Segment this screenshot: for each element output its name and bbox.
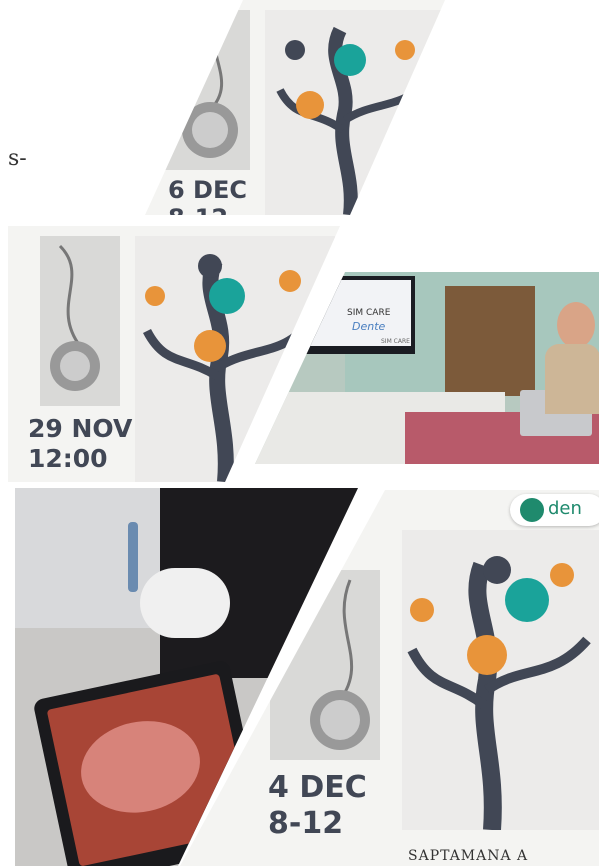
poster-middle-time: 12:00: [28, 444, 108, 473]
poster-top: 6 DEC 8-12: [145, 0, 445, 215]
monitor-brand-sim: SIM: [347, 308, 364, 318]
manikin-head: [140, 568, 230, 638]
dent-logo: den: [510, 494, 599, 526]
stethoscope-photo: [40, 236, 120, 406]
bottom-caption: SAPTAMANA A: [408, 848, 529, 864]
medical-tree-illustration: [402, 530, 599, 831]
presenter: [505, 302, 599, 414]
stray-text: s-: [8, 146, 27, 171]
poster-middle-date: 29 NOV: [28, 414, 133, 443]
monitor-brand-care: CARE: [366, 308, 391, 318]
stethoscope-photo: [150, 10, 250, 170]
poster-top-time: 8-12: [168, 205, 228, 215]
medical-tree-illustration: [265, 10, 445, 215]
monitor-footer: SIM CARE: [381, 338, 410, 345]
poster-top-date: 6 DEC: [168, 176, 247, 204]
logo-text: den: [548, 498, 582, 519]
logo-icon: [520, 498, 544, 522]
poster-bottom-date: 4 DEC: [268, 770, 367, 805]
poster-bottom-time: 8-12: [268, 806, 344, 841]
monitor-brand-sub: Dente: [352, 320, 386, 333]
handpiece: [128, 522, 138, 592]
